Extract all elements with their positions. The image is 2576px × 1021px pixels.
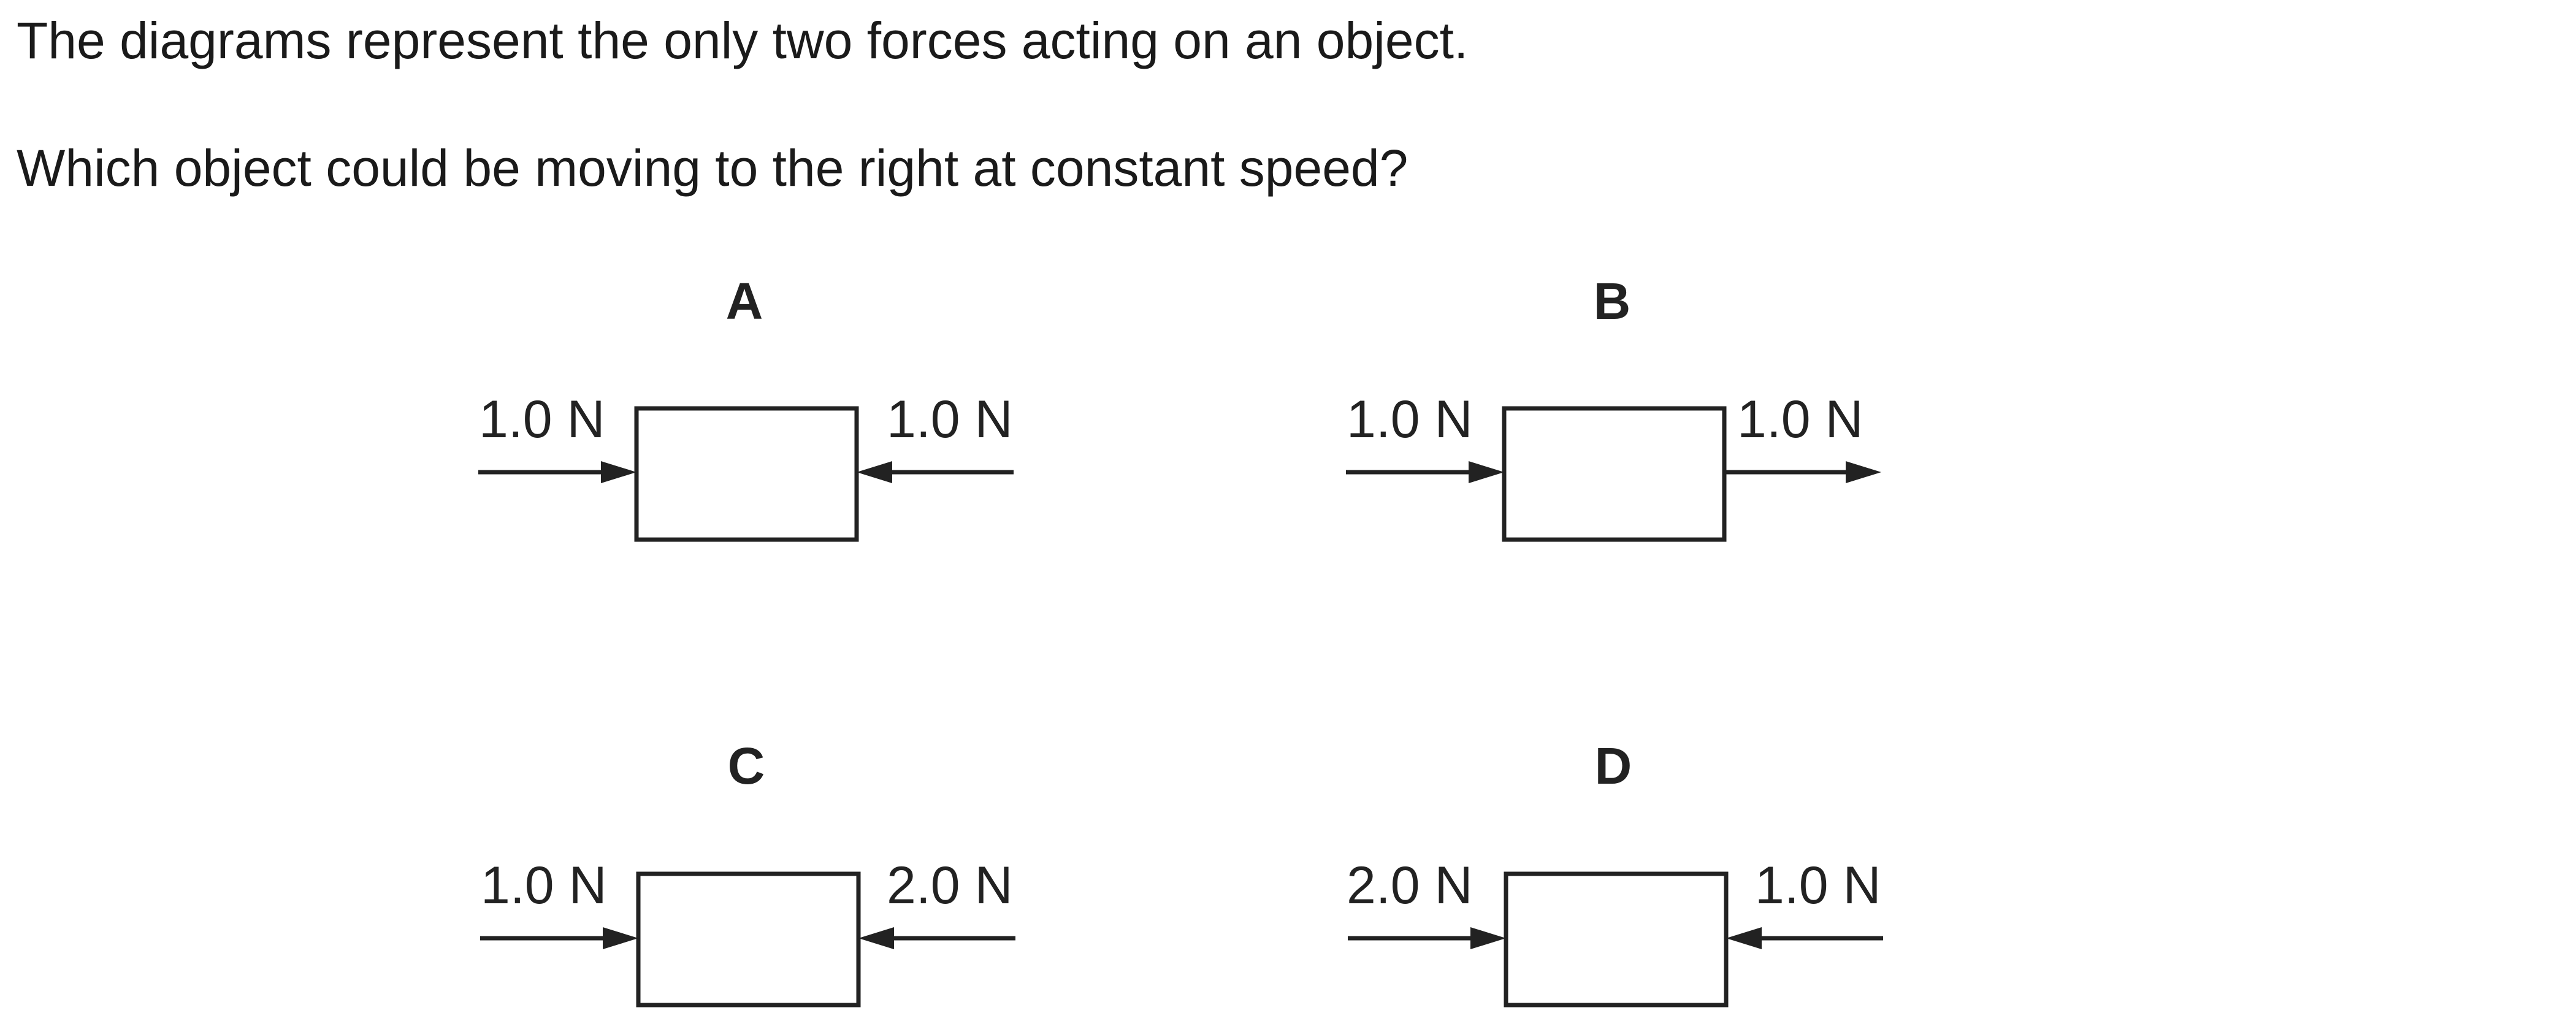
option-c-right-arrow: [858, 927, 1015, 949]
option-b-object-box: [1502, 406, 1727, 542]
option-c-right-force-label: 2.0 N: [887, 856, 1013, 915]
option-a-object-box: [634, 406, 859, 542]
option-c-object-box: [636, 871, 861, 1008]
option-b-right-arrow: [1724, 461, 1881, 483]
option-a-right-force-label: 1.0 N: [887, 390, 1013, 449]
option-d-left-force-label: 2.0 N: [1347, 856, 1473, 915]
option-c-left-force-label: 1.0 N: [481, 856, 607, 915]
option-d-right-force-label: 1.0 N: [1755, 856, 1881, 915]
force-diagrams: A 1.0 N 1.0 N B 1.0 N 1.0 N C 1.0 N 2.0 …: [478, 272, 1883, 1008]
option-d-right-arrow: [1726, 927, 1883, 949]
option-b: B 1.0 N 1.0 N: [1346, 272, 1881, 542]
option-a: A 1.0 N 1.0 N: [478, 272, 1014, 542]
option-d-left-arrow: [1348, 927, 1506, 949]
option-a-left-arrow: [478, 461, 636, 483]
option-letter-d: D: [1595, 737, 1632, 795]
option-a-left-force-label: 1.0 N: [479, 390, 605, 449]
option-c: C 1.0 N 2.0 N: [480, 737, 1015, 1008]
option-d-object-box: [1504, 871, 1729, 1008]
option-letter-b: B: [1594, 272, 1631, 330]
option-letter-a: A: [726, 272, 763, 330]
option-c-left-arrow: [480, 927, 638, 949]
option-b-left-force-label: 1.0 N: [1347, 390, 1473, 449]
option-b-right-force-label: 1.0 N: [1737, 390, 1863, 449]
option-d: D 2.0 N 1.0 N: [1347, 737, 1883, 1008]
option-b-left-arrow: [1346, 461, 1504, 483]
option-a-right-arrow: [857, 461, 1014, 483]
option-letter-c: C: [728, 737, 765, 795]
